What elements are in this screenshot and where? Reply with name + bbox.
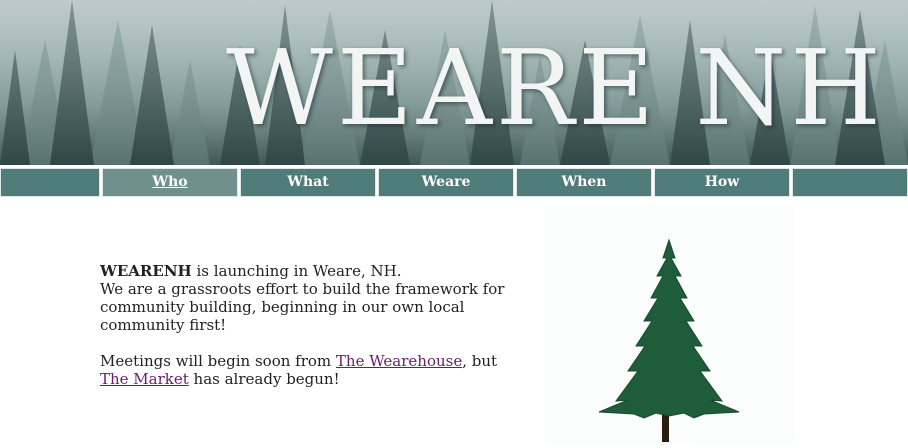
meetings-prefix: Meetings will begin soon from [100,352,336,370]
nav-spacer-right [792,168,908,197]
pine-tree-icon [598,238,740,442]
nav-item-who[interactable]: Who [102,168,238,197]
mission-text: We are a grassroots effort to build the … [100,280,505,334]
main-nav: Who What Weare When How [0,165,908,199]
nav-item-how[interactable]: How [654,168,790,197]
intro-section: WEARENH is launching in Weare, NH. We are… [100,262,520,388]
site-title: WEARE NH [226,27,885,149]
nav-link-who[interactable]: Who [152,174,187,190]
meetings-mid: , but [462,352,498,370]
site-banner: WEARE NH [0,0,908,165]
wearehouse-link[interactable]: The Wearehouse [336,352,462,370]
nav-item-what[interactable]: What [240,168,376,197]
nav-link-when[interactable]: When [562,174,607,190]
nav-link-weare[interactable]: Weare [422,174,471,190]
nav-item-when[interactable]: When [516,168,652,197]
nav-link-what[interactable]: What [287,174,328,190]
meetings-suffix: has already begun! [188,370,340,388]
org-name: WEARENH [100,262,192,280]
meetings-paragraph: Meetings will begin soon from The Weareh… [100,352,520,388]
intro-text: is launching in Weare, NH. [191,262,402,280]
pine-tree-image [544,206,794,444]
market-link[interactable]: The Market [100,370,189,388]
nav-item-weare[interactable]: Weare [378,168,514,197]
intro-paragraph: WEARENH is launching in Weare, NH. We are… [100,262,520,334]
nav-spacer-left [0,168,100,197]
nav-link-how[interactable]: How [705,174,740,190]
